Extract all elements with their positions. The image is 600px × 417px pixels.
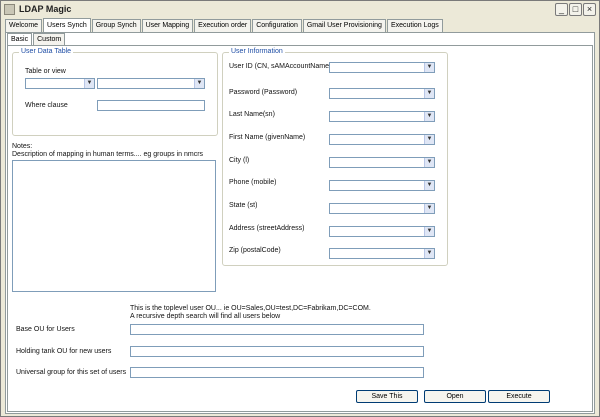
universal-group-input[interactable] [130,367,424,378]
app-window: LDAP Magic _ □ × Welcome Users Synch Gro… [0,0,600,417]
last-name-select[interactable]: ▼ [329,111,435,122]
user-id-select[interactable]: ▼ [329,62,435,73]
user-information-group: User Information User ID (CN, sAMAccount… [222,48,448,266]
tab-welcome[interactable]: Welcome [5,19,43,32]
app-icon [4,4,15,15]
table-select[interactable]: ▼ [25,78,95,89]
field-label-zip: Zip (postalCode) [229,247,281,254]
chevron-down-icon[interactable]: ▼ [424,158,434,167]
zip-select[interactable]: ▼ [329,248,435,259]
field-label-address: Address (streetAddress) [229,225,305,232]
chevron-down-icon[interactable]: ▼ [424,249,434,258]
tab-users-synch[interactable]: Users Synch [43,18,91,32]
address-select[interactable]: ▼ [329,226,435,237]
chevron-down-icon[interactable]: ▼ [424,227,434,236]
tab-configuration[interactable]: Configuration [252,19,302,32]
title-bar: LDAP Magic _ □ × [1,1,599,18]
window-title: LDAP Magic [19,4,72,14]
field-label-last-name: Last Name(sn) [229,111,275,118]
tab-gmail-user-provisioning[interactable]: Gmail User Provisioning [302,19,386,32]
basic-panel: User Data Table Table or view ▼ ▼ Where … [7,45,593,412]
subtab-basic[interactable]: Basic [7,33,33,45]
field-label-phone: Phone (mobile) [229,179,277,186]
chevron-down-icon[interactable]: ▼ [424,112,434,121]
where-clause-label: Where clause [25,102,68,109]
holding-tank-label: Holding tank OU for new users [16,348,112,355]
tab-group-synch[interactable]: Group Synch [91,19,141,32]
chevron-down-icon[interactable]: ▼ [194,79,204,88]
state-select[interactable]: ▼ [329,203,435,214]
tab-execution-order[interactable]: Execution order [194,19,252,32]
where-clause-input[interactable] [97,100,205,111]
tab-execution-logs[interactable]: Execution Logs [386,19,443,32]
first-name-select[interactable]: ▼ [329,134,435,145]
subtab-custom[interactable]: Custom [33,33,66,45]
holding-tank-input[interactable] [130,346,424,357]
field-label-state: State (st) [229,202,258,209]
notes-description: Description of mapping in human terms...… [12,151,204,158]
chevron-down-icon[interactable]: ▼ [424,181,434,190]
main-tabs: Welcome Users Synch Group Synch User Map… [5,18,443,32]
base-ou-label: Base OU for Users [16,326,75,333]
chevron-down-icon[interactable]: ▼ [424,63,434,72]
minimize-button[interactable]: _ [555,3,568,16]
user-data-table-title: User Data Table [19,48,74,55]
field-label-user-id: User ID (CN, sAMAccountName) [229,63,332,70]
phone-select[interactable]: ▼ [329,180,435,191]
base-ou-input[interactable] [130,324,424,335]
password-select[interactable]: ▼ [329,88,435,99]
table-or-view-label: Table or view [25,68,66,75]
save-this-button[interactable]: Save This [356,390,418,403]
field-label-first-name: First Name (givenName) [229,134,306,141]
chevron-down-icon[interactable]: ▼ [424,135,434,144]
universal-group-label: Universal group for this set of users [16,369,127,376]
chevron-down-icon[interactable]: ▼ [424,89,434,98]
field-label-city: City (l) [229,157,250,164]
user-information-title: User Information [229,48,285,55]
sub-tabs: Basic Custom [7,33,66,45]
user-data-table-group: User Data Table Table or view ▼ ▼ Where … [12,48,218,136]
view-select[interactable]: ▼ [97,78,205,89]
execute-button[interactable]: Execute [488,390,550,403]
field-label-password: Password (Password) [229,89,298,96]
base-ou-hint-line2: A recursive depth search will find all u… [130,313,281,320]
close-button[interactable]: × [583,3,596,16]
chevron-down-icon[interactable]: ▼ [424,204,434,213]
open-button[interactable]: Open [424,390,486,403]
city-select[interactable]: ▼ [329,157,435,168]
notes-label: Notes: [12,143,33,150]
notes-textarea[interactable] [12,160,216,292]
base-ou-hint-line1: This is the toplevel user OU... ie OU=Sa… [130,305,371,312]
maximize-button[interactable]: □ [569,3,582,16]
chevron-down-icon[interactable]: ▼ [84,79,94,88]
tab-user-mapping[interactable]: User Mapping [141,19,194,32]
